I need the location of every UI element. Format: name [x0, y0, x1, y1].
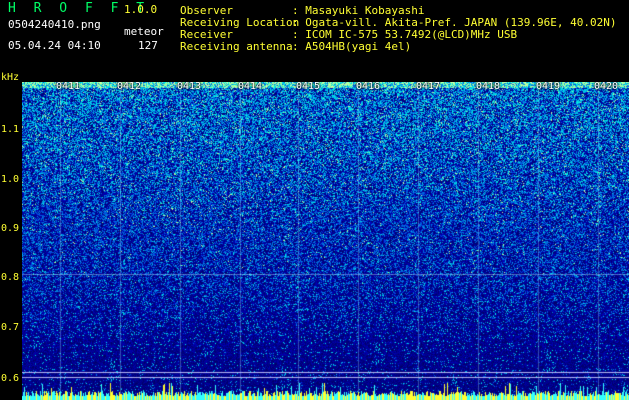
freq-tick-1.1: 1.1 — [1, 124, 20, 135]
time-tick-0418: 0418 — [476, 81, 501, 92]
time-tick-0413: 0413 — [177, 81, 202, 92]
freq-tick-1.0: 1.0 — [1, 174, 20, 185]
time-tick-0415: 0415 — [296, 81, 321, 92]
time-tick-0411: 0411 — [56, 81, 81, 92]
app-version: 1.0.0 — [124, 3, 158, 16]
spectrogram — [22, 82, 629, 400]
datetime: 05.04.24 04:10 — [8, 39, 101, 52]
meteor-label: meteor — [124, 25, 164, 38]
time-tick-0417: 0417 — [416, 81, 441, 92]
antenna-value: : A504HB(yagi 4el) — [292, 40, 412, 53]
freq-tick-0.7: 0.7 — [1, 322, 20, 333]
time-tick-0420: 0420 — [594, 81, 619, 92]
time-tick-0419: 0419 — [536, 81, 561, 92]
file-name: 0504240410.png — [8, 18, 101, 31]
meteor-count: 127 — [138, 39, 158, 52]
time-tick-0416: 0416 — [356, 81, 381, 92]
time-tick-0412: 0412 — [117, 81, 142, 92]
freq-tick-0.8: 0.8 — [1, 272, 20, 283]
freq-tick-0.9: 0.9 — [1, 223, 20, 234]
freq-tick-0.6: 0.6 — [1, 373, 20, 384]
time-tick-0414: 0414 — [238, 81, 263, 92]
frequency-unit-label: kHz — [1, 72, 20, 83]
antenna-label: Receiving antenna — [180, 40, 293, 53]
